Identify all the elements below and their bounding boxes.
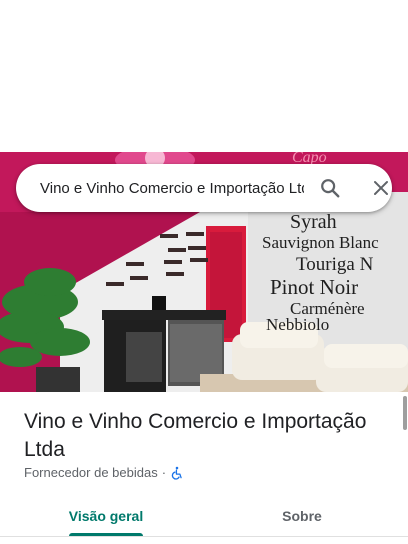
wall-word: Nebbiolo [266,315,329,334]
wall-word: Pinot Noir [270,275,358,299]
search-input[interactable]: Vino e Vinho Comercio e Importação Ltda [40,178,304,200]
wall-word: Syrah [290,211,337,233]
search-button[interactable] [318,176,342,200]
scrollbar[interactable] [403,396,407,430]
tab-overview[interactable]: Visão geral [60,496,152,536]
place-title: Vino e Vinho Comercio e Importação Ltda [24,410,367,461]
wall-word: Touriga N [296,254,374,275]
place-page: Syrah Sauvignon Blanc Touriga N Pinot No… [0,0,408,544]
search-bar[interactable]: Vino e Vinho Comercio e Importação Ltda [16,164,392,212]
close-icon [374,181,388,195]
tab-bar: Visão geral Sobre [0,496,408,544]
separator-dot: · [161,465,167,480]
place-category[interactable]: Fornecedor de bebidas [24,464,158,482]
wheelchair-icon[interactable] [170,466,184,480]
search-icon [321,179,340,198]
clear-search-button[interactable] [369,176,393,200]
tab-about[interactable]: Sobre [256,496,348,536]
wall-word: Sauvignon Blanc [262,233,379,252]
tabs-divider [0,536,408,537]
place-subtitle: Fornecedor de bebidas · [24,464,184,482]
